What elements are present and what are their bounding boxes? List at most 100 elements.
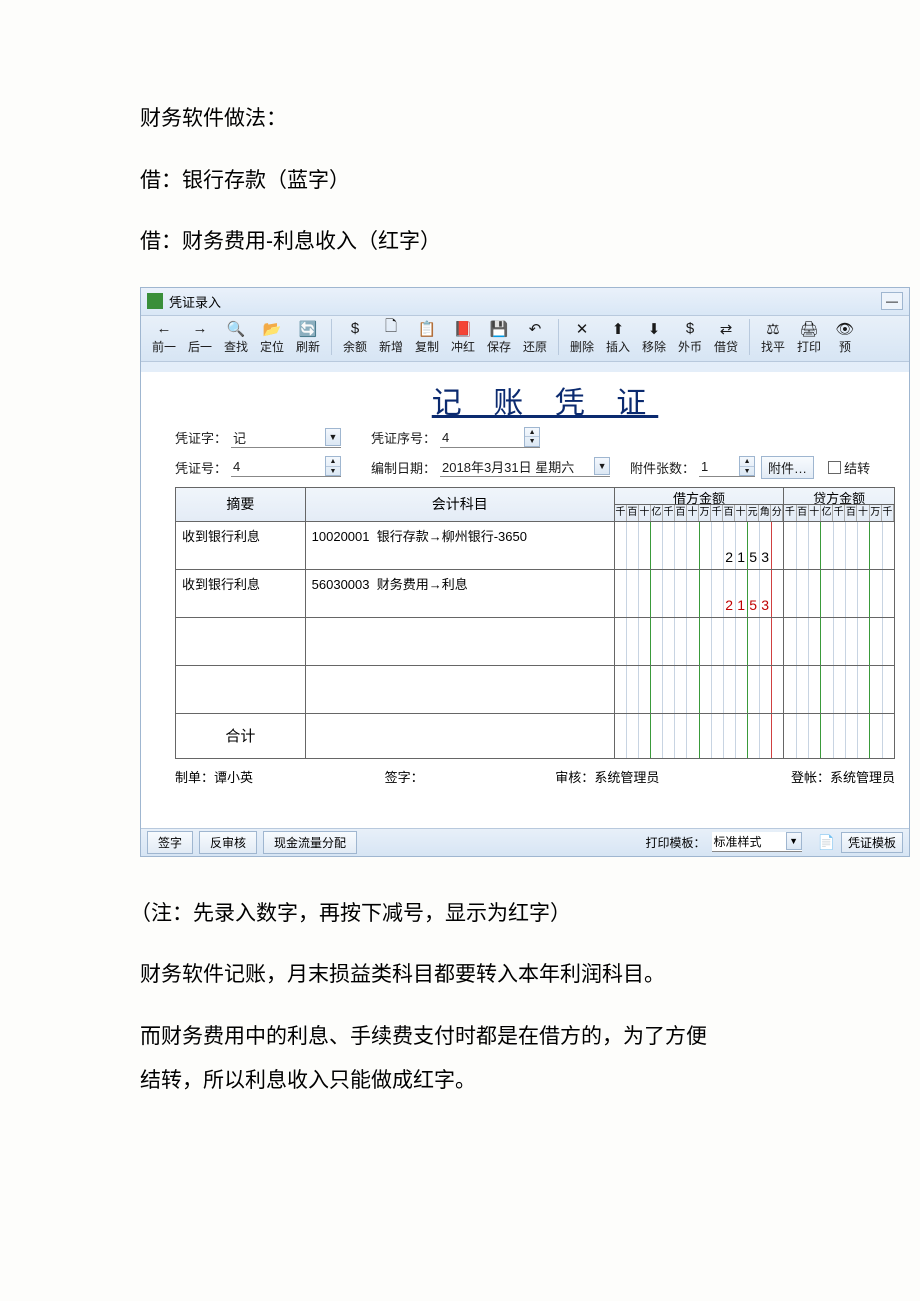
toolbar-icon: ↶: [526, 320, 544, 338]
cell-account[interactable]: 10020001 银行存款→柳州银行-3650: [306, 522, 615, 569]
voucher-seq-input[interactable]: 4 ▲▼: [440, 428, 540, 448]
total-acct: [306, 714, 615, 758]
toolbar-icon: 📕: [454, 320, 472, 338]
cell-summary[interactable]: [176, 666, 306, 713]
toolbar-icon: ⇄: [717, 320, 735, 338]
toolbar-删除[interactable]: ✕删除: [565, 318, 599, 357]
cashflow-button[interactable]: 现金流量分配: [263, 831, 357, 854]
toolbar-移除[interactable]: ⬇移除: [637, 318, 671, 357]
cell-debit[interactable]: 2153: [615, 522, 785, 569]
toolbar-预[interactable]: 👁预: [828, 318, 862, 357]
toolbar-icon: 📋: [418, 320, 436, 338]
word-label: 凭证字：: [175, 428, 227, 447]
cell-credit[interactable]: [784, 522, 894, 569]
cell-debit[interactable]: [615, 666, 785, 713]
cell-credit[interactable]: [784, 570, 894, 617]
dropdown-icon[interactable]: ▼: [594, 457, 610, 475]
col-debit-header: 借方金额千百十亿千百十万千百十元角分: [615, 488, 785, 521]
minimize-button[interactable]: —: [881, 292, 903, 310]
print-template-select[interactable]: 标准样式 ▼: [712, 832, 802, 852]
toolbar-label: 保存: [487, 338, 511, 355]
dropdown-icon[interactable]: ▼: [325, 428, 341, 446]
voucher-template-button[interactable]: 凭证模板: [841, 832, 903, 853]
att-count-value: 1: [701, 459, 708, 474]
toolbar-刷新[interactable]: 🔄刷新: [291, 318, 325, 357]
toolbar-余额[interactable]: $余额: [338, 318, 372, 357]
date-label: 编制日期：: [371, 458, 436, 477]
voucher-date-select[interactable]: 2018年3月31日 星期六 ▼: [440, 457, 610, 477]
dropdown-icon[interactable]: ▼: [786, 832, 802, 850]
voucher-grid[interactable]: 摘要会计科目借方金额千百十亿千百十万千百十元角分贷方金额千百十亿千百十万千收到银…: [175, 487, 895, 759]
table-row[interactable]: [176, 618, 894, 666]
toolbar-冲红[interactable]: 📕冲红: [446, 318, 480, 357]
toolbar-保存[interactable]: 💾保存: [482, 318, 516, 357]
toolbar-复制[interactable]: 📋复制: [410, 318, 444, 357]
doc-p3: 借：财务费用-利息收入（红字）: [140, 225, 860, 259]
toolbar-找平[interactable]: ⚖找平: [756, 318, 790, 357]
app-icon: [147, 293, 163, 309]
toolbar-后一[interactable]: →后一: [183, 318, 217, 357]
toolbar-label: 找平: [761, 338, 785, 355]
cell-summary[interactable]: 收到银行利息: [176, 522, 306, 569]
cell-credit[interactable]: [784, 666, 894, 713]
toolbar-label: 外币: [678, 338, 702, 355]
spinner-icon[interactable]: ▲▼: [739, 456, 755, 476]
table-row[interactable]: 收到银行利息56030003 财务费用→利息2153: [176, 570, 894, 618]
attachment-button[interactable]: 附件…: [761, 456, 814, 479]
toolbar-label: 打印: [797, 338, 821, 355]
voucher-num-input[interactable]: 4 ▲▼: [231, 457, 341, 477]
carry-checkbox[interactable]: 结转: [828, 458, 870, 477]
table-row[interactable]: 收到银行利息10020001 银行存款→柳州银行-36502153: [176, 522, 894, 570]
toolbar-icon: ✕: [573, 320, 591, 338]
spinner-icon[interactable]: ▲▼: [325, 456, 341, 476]
toolbar-前一[interactable]: ←前一: [147, 318, 181, 357]
toolbar-icon: ⬆: [609, 320, 627, 338]
toolbar-icon: 🖨: [800, 320, 818, 338]
toolbar-label: 复制: [415, 338, 439, 355]
total-debit: [615, 714, 785, 758]
maker-label: 制单：: [175, 767, 214, 786]
toolbar-icon: 🗋: [382, 320, 400, 338]
toolbar-label: 冲红: [451, 338, 475, 355]
cell-credit[interactable]: [784, 618, 894, 665]
toolbar-label: 查找: [224, 338, 248, 355]
table-row[interactable]: [176, 666, 894, 714]
col-acct-header: 会计科目: [306, 488, 615, 521]
toolbar-icon: ⚖: [764, 320, 782, 338]
cell-account[interactable]: [306, 666, 615, 713]
voucher-word-select[interactable]: 记 ▼: [231, 428, 341, 448]
cell-account[interactable]: 56030003 财务费用→利息: [306, 570, 615, 617]
unaudit-button[interactable]: 反审核: [199, 831, 257, 854]
toolbar-打印[interactable]: 🖨打印: [792, 318, 826, 357]
toolbar-icon: 🔄: [299, 320, 317, 338]
cell-debit[interactable]: [615, 618, 785, 665]
cell-account[interactable]: [306, 618, 615, 665]
toolbar-借贷[interactable]: ⇄借贷: [709, 318, 743, 357]
toolbar-label: 新增: [379, 338, 403, 355]
toolbar-新增[interactable]: 🗋新增: [374, 318, 408, 357]
toolbar-还原[interactable]: ↶还原: [518, 318, 552, 357]
spinner-icon[interactable]: ▲▼: [524, 427, 540, 447]
att-count-input[interactable]: 1 ▲▼: [699, 457, 755, 477]
toolbar-插入[interactable]: ⬆插入: [601, 318, 635, 357]
doc-p1: 财务软件做法：: [140, 102, 860, 136]
cell-summary[interactable]: 收到银行利息: [176, 570, 306, 617]
num-label: 凭证号：: [175, 458, 227, 477]
toolbar-label: 借贷: [714, 338, 738, 355]
voucher-seq-value: 4: [442, 430, 449, 445]
doc-p5: 而财务费用中的利息、手续费支付时都是在借方的，为了方便: [140, 1020, 860, 1054]
doc-p4: 财务软件记账，月末损益类科目都要转入本年利润科目。: [140, 958, 860, 992]
titlebar[interactable]: 凭证录入 —: [141, 288, 909, 316]
audit-label: 审核：: [555, 767, 594, 786]
toolbar-查找[interactable]: 🔍查找: [219, 318, 253, 357]
cell-summary[interactable]: [176, 618, 306, 665]
cell-debit[interactable]: 2153: [615, 570, 785, 617]
toolbar-定位[interactable]: 📂定位: [255, 318, 289, 357]
doc-p2: 借：银行存款（蓝字）: [140, 164, 860, 198]
sign-button[interactable]: 签字: [147, 831, 193, 854]
doc-note: （注：先录入数字，再按下减号，显示为红字）: [130, 897, 860, 931]
voucher-date-value: 2018年3月31日 星期六: [442, 457, 574, 476]
toolbar-外币[interactable]: $外币: [673, 318, 707, 357]
toolbar-label: 移除: [642, 338, 666, 355]
toolbar-label: 预: [839, 338, 851, 355]
